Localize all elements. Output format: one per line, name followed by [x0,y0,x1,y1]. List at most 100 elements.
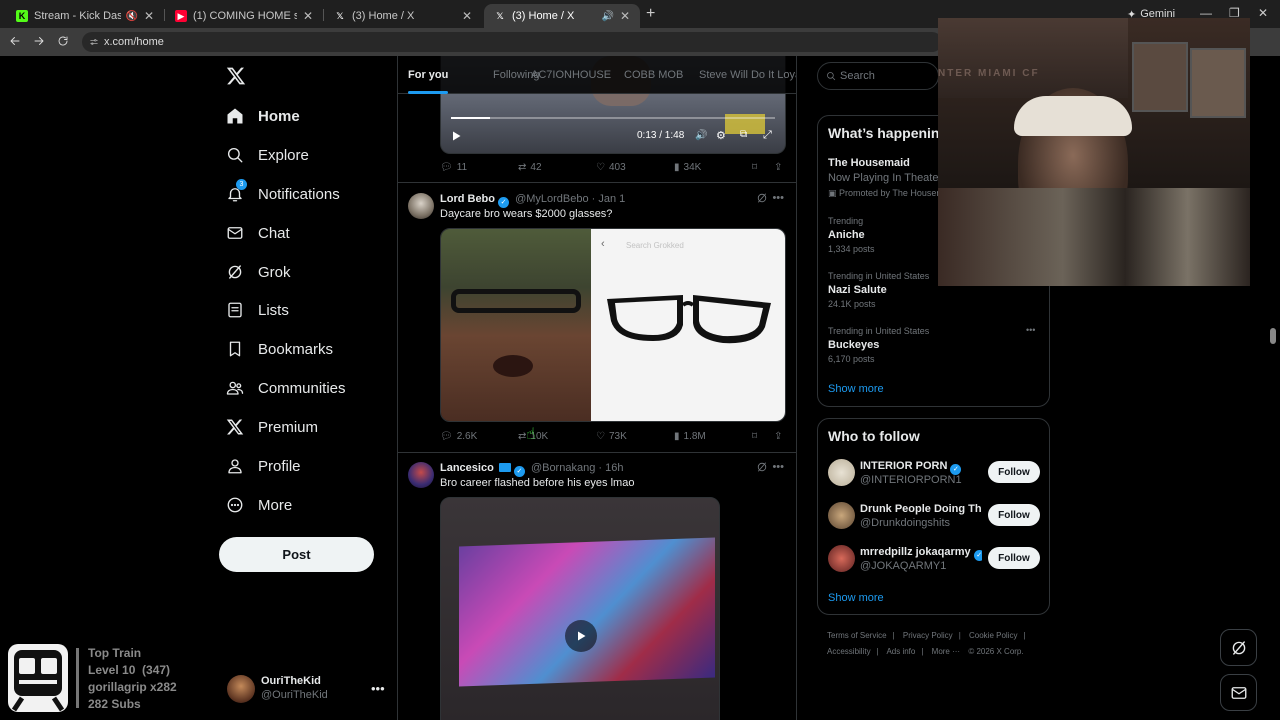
train-icon [8,644,68,712]
heart-icon: ♡ [596,431,605,442]
close-tab-icon[interactable]: ✕ [144,9,154,23]
stream-top-train-overlay: Top Train Level 10 (347) gorillagrip x28… [0,640,200,720]
play-icon[interactable] [565,620,597,652]
promoted-label: ▣ Promoted by The Houser [828,188,940,198]
settings-icon[interactable]: ⚙ [716,129,726,142]
footer-accessibility-link[interactable]: Accessibility [827,647,871,656]
like-button[interactable]: ♡ 73K [596,431,627,442]
post-divider [398,452,796,453]
browser-tab-youtube[interactable]: ▶ (1) COMING HOME song - YouT ✕ [165,4,323,28]
image-search-text: Search Grokked [626,241,684,250]
bookmark-icon[interactable]: ⌑ [752,431,757,442]
close-tab-icon[interactable]: ✕ [620,9,630,23]
search-input[interactable]: Search [817,62,939,90]
x-logo[interactable] [226,66,246,86]
back-icon[interactable] [9,35,21,47]
mouth-shape [493,355,533,377]
post-actions: 💬︎ 11 ⇄ 42 ♡ 403 ▮ 34K ⌑ ⇪ [440,162,790,176]
grok-icon[interactable] [756,192,768,204]
audio-icon[interactable]: 🔊 [601,11,613,22]
post-video[interactable] [440,497,720,720]
volume-icon[interactable]: 🔊 [695,130,707,141]
video-progress-track[interactable] [451,117,775,119]
grok-float-button[interactable] [1220,629,1257,666]
reload-icon[interactable] [57,35,69,47]
x-icon: 𝕏 [496,10,504,21]
post-divider [398,182,796,183]
share-icon[interactable]: ⇪ [774,162,782,173]
tab-cobb-mob[interactable]: COBB MOB [624,69,683,81]
account-switcher[interactable]: OuriTheKid @OuriTheKid ••• [227,672,387,706]
nav-explore[interactable]: Explore [226,140,309,170]
nav-home[interactable]: Home [226,101,300,131]
webcam-overlay: NTER MIAMI CF [938,18,1250,286]
post-image[interactable]: ‹ Search Grokked [440,228,786,422]
nav-communities[interactable]: Communities [226,373,346,403]
close-tab-icon[interactable]: ✕ [462,9,472,23]
mute-icon[interactable]: 🔇 [125,11,137,22]
nav-lists[interactable]: Lists [226,295,289,325]
follow-button[interactable]: Follow [988,504,1040,526]
views-button[interactable]: ▮ 34K [674,162,701,173]
person-icon [226,457,244,475]
messages-float-button[interactable] [1220,674,1257,711]
more-icon[interactable]: ••• [772,192,784,204]
post-text: Daycare bro wears $2000 glasses? [440,208,613,220]
reply-button[interactable]: 💬︎ 11 [440,162,467,173]
overlay-subs: 282 Subs [88,697,141,711]
forward-icon[interactable] [33,35,45,47]
more-icon[interactable]: ••• [1026,325,1035,335]
promoted-icon: ▣ [828,188,837,198]
views-button[interactable]: ▮ 1.8M [674,431,706,442]
new-tab-button[interactable]: + [646,5,655,23]
pip-icon[interactable]: ⧉ [740,129,747,140]
site-info-icon[interactable] [89,37,99,47]
like-button[interactable]: ♡ 403 [596,162,626,173]
overlay-level: Level 10 (347) [88,663,171,677]
more-icon[interactable]: ••• [772,461,784,473]
footer-more-link[interactable]: More ··· [932,647,960,656]
tab-ac7ionhouse[interactable]: AC7IONHOUSE [531,69,611,81]
browser-tab-x[interactable]: 𝕏 (3) Home / X ✕ [324,4,482,28]
post-button[interactable]: Post [219,537,374,572]
footer-links: Terms of Service | Privacy Policy | Cookie… [827,631,1026,656]
nav-grok[interactable]: Grok [226,257,291,287]
footer-cookie-link[interactable]: Cookie Policy [969,631,1017,640]
follow-button[interactable]: Follow [988,461,1040,483]
x-icon [226,418,244,436]
footer-terms-link[interactable]: Terms of Service [827,631,887,640]
url-input[interactable]: x.com/home [82,32,942,52]
close-tab-icon[interactable]: ✕ [303,9,313,23]
tab-steve-will-do-it[interactable]: Steve Will Do It Loyal [699,69,796,81]
show-more-link[interactable]: Show more [828,592,884,604]
footer-ads-link[interactable]: Ads info [886,647,915,656]
avatar[interactable] [408,193,434,219]
footer-privacy-link[interactable]: Privacy Policy [903,631,953,640]
close-window-icon[interactable]: ✕ [1258,6,1268,20]
reply-button[interactable]: 💬︎ 2.6K [440,431,477,442]
avatar[interactable] [408,462,434,488]
show-more-link[interactable]: Show more [828,383,884,395]
tab-for-you[interactable]: For you [408,69,449,94]
nav-premium[interactable]: Premium [226,412,318,442]
scrollbar-thumb[interactable] [1270,328,1276,344]
video-frame-tv [459,537,715,687]
bookmark-icon[interactable]: ⌑ [752,162,757,173]
nav-notifications[interactable]: 3 Notifications [226,179,340,209]
fullscreen-icon[interactable]: ⤢ [763,129,772,142]
browser-tab-kick[interactable]: K Stream - Kick Dashboard 🔇 ✕ [6,4,164,28]
browser-tab-x-active[interactable]: 𝕏 (3) Home / X 🔊 ✕ [484,4,640,28]
home-icon [226,107,244,125]
follow-button[interactable]: Follow [988,547,1040,569]
nav-chat[interactable]: Chat [226,218,290,248]
views-icon: ▮ [674,162,680,173]
who-to-follow-box: Who to follow INTERIOR PORN ✓ @INTERIORPO… [817,418,1050,615]
share-icon[interactable]: ⇪ [774,431,782,442]
play-icon[interactable] [450,130,462,142]
grok-icon[interactable] [756,461,768,473]
nav-bookmarks[interactable]: Bookmarks [226,334,333,364]
nav-profile[interactable]: Profile [226,451,301,481]
repost-button[interactable]: ⇄ 42 [518,162,542,173]
nav-more[interactable]: More [226,490,292,520]
post-text: Bro career flashed before his eyes lmao [440,477,635,489]
